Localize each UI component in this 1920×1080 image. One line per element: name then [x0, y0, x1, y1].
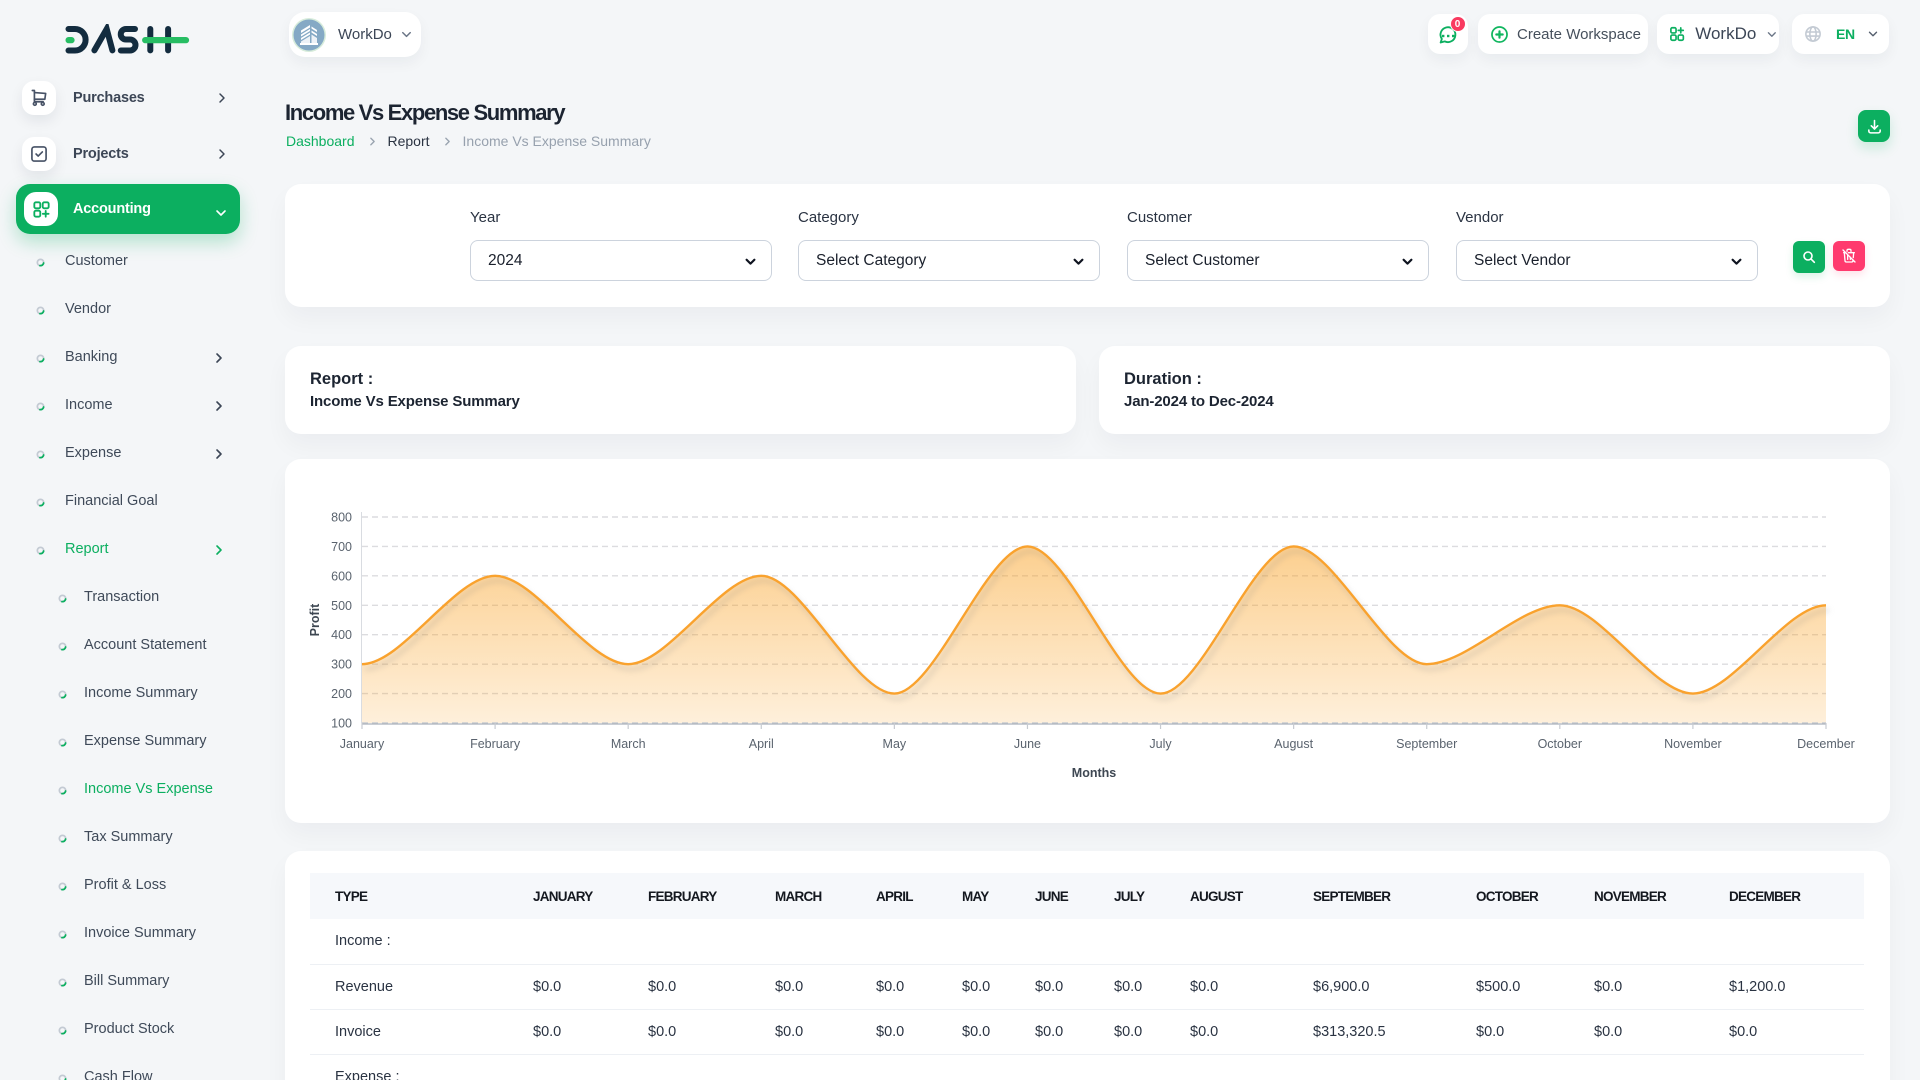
svg-text:200: 200 [331, 687, 352, 701]
svg-text:April: April [749, 737, 774, 751]
svg-text:March: March [611, 737, 646, 751]
svg-text:December: December [1797, 737, 1855, 751]
svg-text:600: 600 [331, 569, 352, 583]
svg-text:800: 800 [331, 511, 352, 525]
svg-text:January: January [340, 737, 385, 751]
svg-text:Profit: Profit [308, 603, 322, 636]
svg-text:September: September [1396, 737, 1457, 751]
svg-text:Months: Months [1072, 766, 1116, 780]
svg-text:October: October [1538, 737, 1582, 751]
svg-text:May: May [883, 737, 907, 751]
svg-text:August: August [1274, 737, 1313, 751]
svg-text:500: 500 [331, 599, 352, 613]
svg-text:700: 700 [331, 540, 352, 554]
svg-text:400: 400 [331, 628, 352, 642]
svg-text:300: 300 [331, 658, 352, 672]
svg-text:July: July [1149, 737, 1172, 751]
svg-text:June: June [1014, 737, 1041, 751]
svg-text:100: 100 [331, 717, 352, 731]
svg-text:November: November [1664, 737, 1722, 751]
svg-text:February: February [470, 737, 521, 751]
